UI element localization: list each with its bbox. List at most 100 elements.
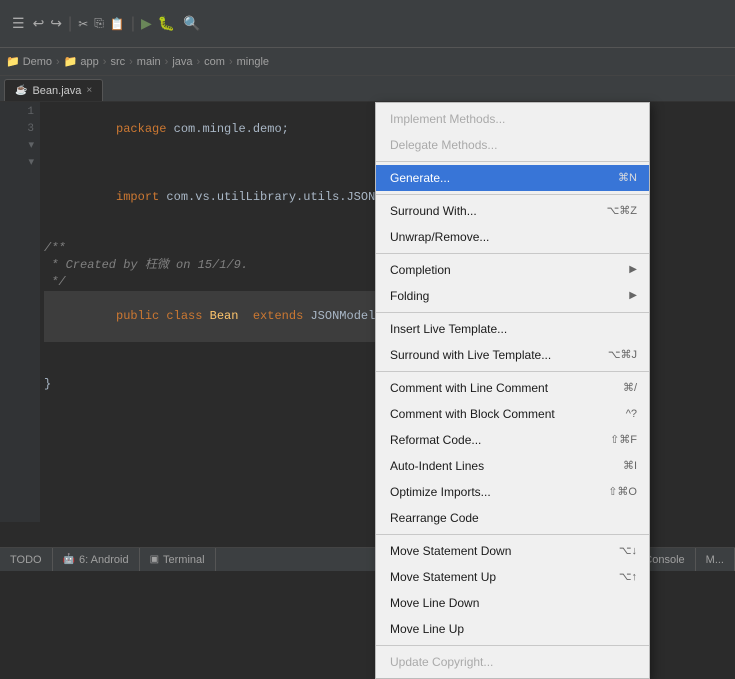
menu-item-update-copyright-label: Update Copyright... <box>390 652 637 672</box>
separator-7 <box>376 645 649 646</box>
menu-item-optimize-imports[interactable]: Optimize Imports... ⇧⌘O <box>376 479 649 505</box>
menu-item-surround-live-template-label: Surround with Live Template... <box>390 345 600 365</box>
terminal-label: Terminal <box>163 554 205 566</box>
tab-bar: ☕ Bean.java × <box>0 76 735 102</box>
cut-icon[interactable]: ✂ <box>76 15 90 33</box>
menu-item-reformat[interactable]: Reformat Code... ⇧⌘F <box>376 427 649 453</box>
breadcrumb-main[interactable]: main <box>137 56 161 68</box>
menu-item-reformat-shortcut: ⇧⌘F <box>610 430 637 450</box>
copy-icon[interactable]: ⎘ <box>92 14 106 33</box>
menu-item-insert-live-template[interactable]: Insert Live Template... <box>376 316 649 342</box>
status-todo[interactable]: TODO <box>0 548 53 571</box>
maven-label: M... <box>706 554 724 566</box>
search-icon[interactable]: 🔍 <box>181 13 202 34</box>
folder-icon2: 📁 <box>64 55 78 68</box>
terminal-icon: ▣ <box>150 554 159 565</box>
breadcrumb-demo[interactable]: 📁 Demo <box>6 55 52 68</box>
code-line-8: public class Bean extends JSONModel { <box>44 291 375 342</box>
menu-item-folding[interactable]: Folding ▶ <box>376 283 649 309</box>
menu-item-move-statement-up-shortcut: ⌥↑ <box>619 567 637 587</box>
menu-item-surround-with-label: Surround With... <box>390 201 599 221</box>
debug-icon[interactable]: 🐛 <box>156 13 177 34</box>
status-android[interactable]: 🤖 6: Android <box>53 548 140 571</box>
tab-label: Bean.java <box>32 85 81 97</box>
menu-item-rearrange-label: Rearrange Code <box>390 508 637 528</box>
menu-item-move-line-up[interactable]: Move Line Up <box>376 616 649 642</box>
java-file-icon: ☕ <box>15 85 27 96</box>
context-menu: Implement Methods... Delegate Methods...… <box>375 102 650 679</box>
menu-item-delegate-methods-label: Delegate Methods... <box>390 135 637 155</box>
menu-item-unwrap[interactable]: Unwrap/Remove... <box>376 224 649 250</box>
code-line-6: * Created by 枉微 on 15/1/9. <box>44 257 375 274</box>
undo-icon[interactable]: ↩ <box>31 13 47 34</box>
menu-item-surround-with-shortcut: ⌥⌘Z <box>607 201 637 221</box>
menu-item-move-line-down-label: Move Line Down <box>390 593 637 613</box>
menu-item-move-statement-up[interactable]: Move Statement Up ⌥↑ <box>376 564 649 590</box>
menu-item-rearrange[interactable]: Rearrange Code <box>376 505 649 531</box>
menu-item-comment-line-label: Comment with Line Comment <box>390 378 615 398</box>
editor-area[interactable]: 1 3 ▾ ▾ package com.mingle.demo; <box>0 102 375 522</box>
android-label: 6: Android <box>79 554 129 566</box>
line-numbers: 1 3 ▾ ▾ <box>0 102 40 522</box>
menu-item-move-statement-up-label: Move Statement Up <box>390 567 611 587</box>
menu-item-optimize-imports-shortcut: ⇧⌘O <box>608 482 637 502</box>
separator-3 <box>376 253 649 254</box>
separator-2 <box>376 194 649 195</box>
tab-close-button[interactable]: × <box>86 85 92 96</box>
menu-item-insert-live-template-label: Insert Live Template... <box>390 319 637 339</box>
code-line-3: import com.vs.utilLibrary.utils.JSONMode… <box>44 172 375 223</box>
menu-item-comment-block[interactable]: Comment with Block Comment ^? <box>376 401 649 427</box>
menu-item-delegate-methods[interactable]: Delegate Methods... <box>376 132 649 158</box>
code-line-10 <box>44 359 375 376</box>
menu-item-move-line-down[interactable]: Move Line Down <box>376 590 649 616</box>
code-line-9 <box>44 342 375 359</box>
menu-icon[interactable]: ☰ <box>8 13 29 34</box>
code-line-5: /** <box>44 240 375 257</box>
menu-item-surround-live-template[interactable]: Surround with Live Template... ⌥⌘J <box>376 342 649 368</box>
menu-item-comment-line-shortcut: ⌘/ <box>623 378 637 398</box>
menu-item-comment-block-shortcut: ^? <box>626 404 637 424</box>
menu-item-completion[interactable]: Completion ▶ <box>376 257 649 283</box>
code-line-2 <box>44 155 375 172</box>
menu-item-optimize-imports-label: Optimize Imports... <box>390 482 600 502</box>
code-line-4 <box>44 223 375 240</box>
ide-container: ☰ ↩ ↪ | ✂ ⎘ 📋 | ▶ 🐛 🔍 📁 Demo › 📁 app › s… <box>0 0 735 571</box>
code-line-1: package com.mingle.demo; <box>44 104 375 155</box>
menu-item-surround-with[interactable]: Surround With... ⌥⌘Z <box>376 198 649 224</box>
breadcrumb-mingle[interactable]: mingle <box>237 56 269 68</box>
top-toolbar: ☰ ↩ ↪ | ✂ ⎘ 📋 | ▶ 🐛 🔍 <box>0 0 735 48</box>
menu-item-generate[interactable]: Generate... ⌘N <box>376 165 649 191</box>
breadcrumb-com[interactable]: com <box>204 56 225 68</box>
folding-arrow-icon: ▶ <box>629 286 637 306</box>
menu-item-generate-label: Generate... <box>390 168 610 188</box>
menu-item-generate-shortcut: ⌘N <box>618 168 637 188</box>
menu-item-completion-label: Completion <box>390 260 621 280</box>
status-terminal[interactable]: ▣ Terminal <box>140 548 216 571</box>
menu-item-move-statement-down-shortcut: ⌥↓ <box>619 541 637 561</box>
paste-icon[interactable]: 📋 <box>108 15 127 33</box>
breadcrumb-bar: 📁 Demo › 📁 app › src › main › java › com… <box>0 48 735 76</box>
menu-item-move-line-up-label: Move Line Up <box>390 619 637 639</box>
run-icon[interactable]: ▶ <box>139 13 154 34</box>
status-maven[interactable]: M... <box>696 548 735 571</box>
redo-icon[interactable]: ↪ <box>48 13 64 34</box>
menu-item-comment-line[interactable]: Comment with Line Comment ⌘/ <box>376 375 649 401</box>
completion-arrow-icon: ▶ <box>629 260 637 280</box>
menu-item-update-copyright[interactable]: Update Copyright... <box>376 649 649 675</box>
code-line-7: */ <box>44 274 375 291</box>
android-icon: 🤖 <box>63 554 75 565</box>
menu-item-auto-indent-shortcut: ⌘I <box>623 456 637 476</box>
breadcrumb-src[interactable]: src <box>110 56 125 68</box>
breadcrumb-app[interactable]: 📁 app <box>64 55 99 68</box>
menu-item-folding-label: Folding <box>390 286 621 306</box>
menu-item-unwrap-label: Unwrap/Remove... <box>390 227 637 247</box>
separator-4 <box>376 312 649 313</box>
breadcrumb-java[interactable]: java <box>172 56 192 68</box>
folder-icon: 📁 <box>6 55 20 68</box>
tab-bean-java[interactable]: ☕ Bean.java × <box>4 79 103 101</box>
menu-item-auto-indent[interactable]: Auto-Indent Lines ⌘I <box>376 453 649 479</box>
menu-item-move-statement-down[interactable]: Move Statement Down ⌥↓ <box>376 538 649 564</box>
menu-item-auto-indent-label: Auto-Indent Lines <box>390 456 615 476</box>
separator-1 <box>376 161 649 162</box>
menu-item-implement-methods[interactable]: Implement Methods... <box>376 106 649 132</box>
